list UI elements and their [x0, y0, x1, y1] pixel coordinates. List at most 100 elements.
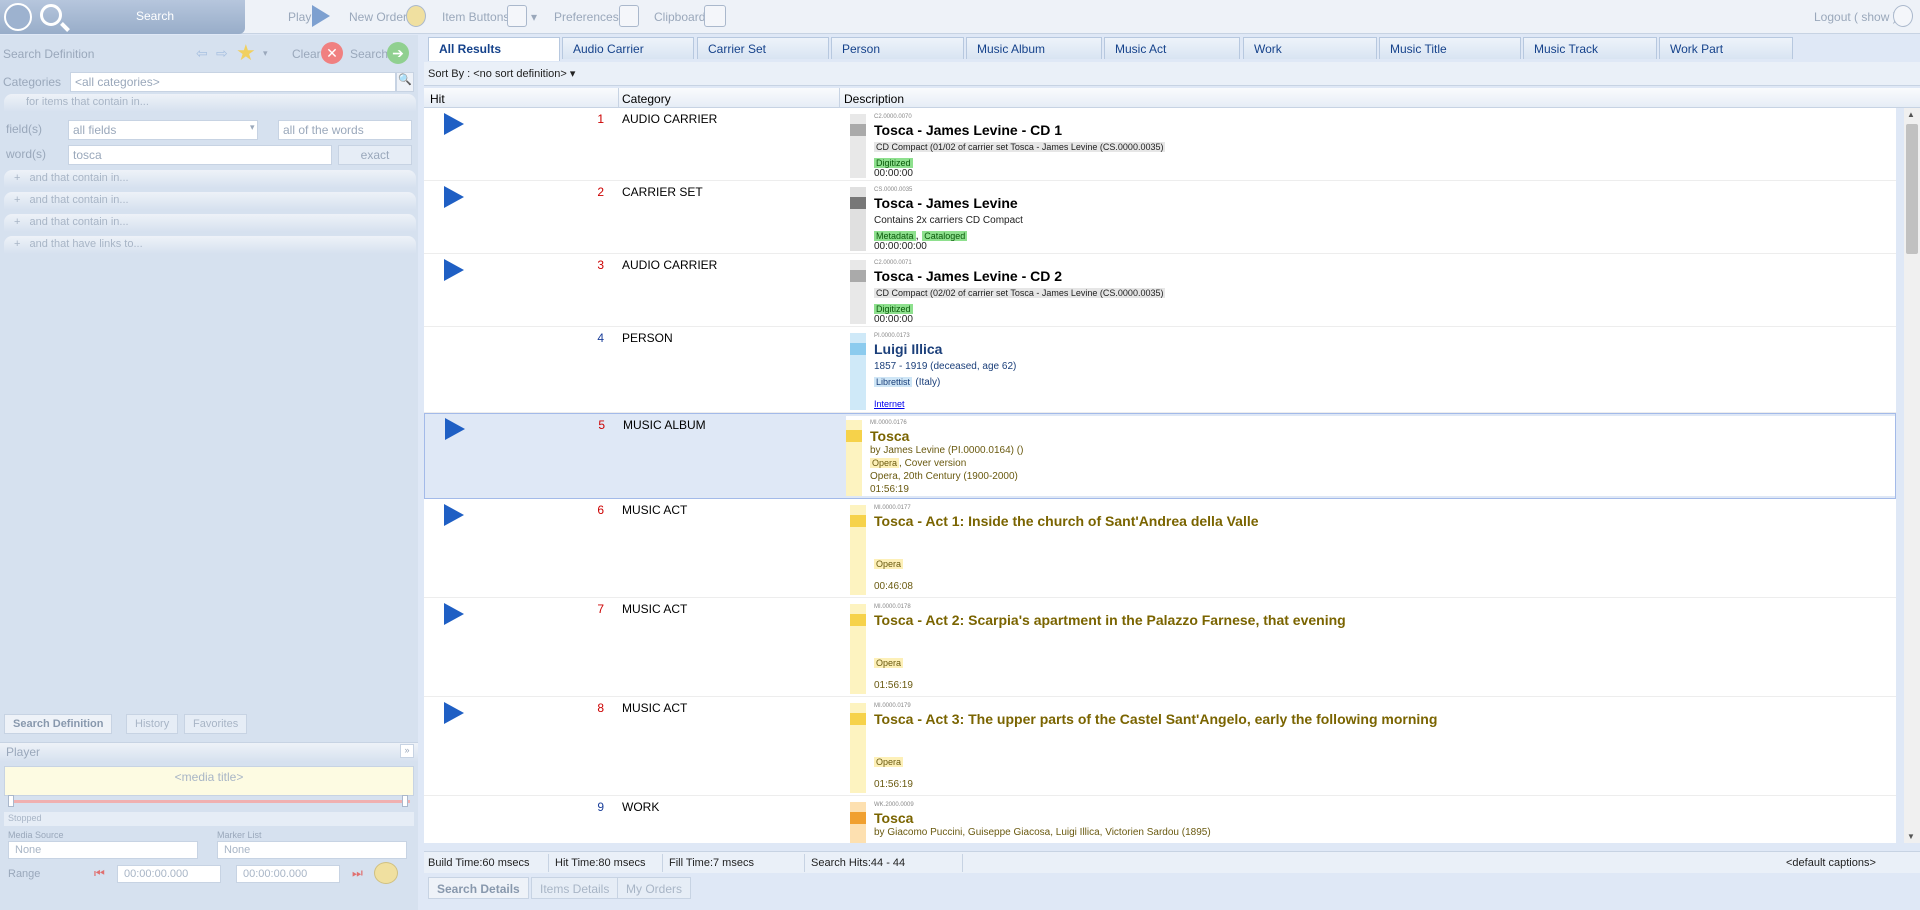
item-title[interactable]: Tosca - James Levine - CD 2 [874, 268, 1062, 284]
hit-number: 2 [597, 185, 604, 199]
table-row[interactable]: 9 WORK WK.2000.0009 Tosca by Giacomo Puc… [424, 796, 1896, 843]
range-end-input[interactable]: 00:00:00.000 [236, 865, 340, 883]
range-start-marker-icon[interactable]: ⏮ [94, 866, 105, 881]
scroll-down-icon[interactable]: ▼ [1907, 832, 1915, 841]
marker-list-select[interactable]: None [217, 841, 407, 859]
item-title[interactable]: Tosca - James Levine [874, 195, 1018, 211]
table-row[interactable]: 2 CARRIER SET CS.0000.0035 Tosca - James… [424, 181, 1896, 254]
table-row[interactable]: 6 MUSIC ACT MI.0000.0177 Tosca - Act 1: … [424, 499, 1896, 598]
play-icon[interactable] [443, 258, 465, 282]
table-row[interactable]: 8 MUSIC ACT MI.0000.0179 Tosca - Act 3: … [424, 697, 1896, 796]
forward-arrow-icon[interactable]: ⇨ [216, 45, 228, 62]
categories-search-icon[interactable]: 🔍 [396, 72, 414, 92]
tab-music-album[interactable]: Music Album [966, 37, 1102, 59]
clear-button[interactable]: Clear [292, 47, 321, 61]
table-row[interactable]: 5 MUSIC ALBUM MI.0000.0176 Tosca by Jame… [424, 413, 1896, 499]
play-icon[interactable] [443, 701, 465, 725]
player-timeline[interactable] [10, 800, 410, 803]
row-description: MI.0000.0177 Tosca - Act 1: Inside the c… [850, 501, 1896, 595]
condition-row[interactable]: + and that have links to... [4, 236, 416, 254]
table-row[interactable]: 4 PERSON PI.0000.0173 Luigi Illica 1857 … [424, 327, 1896, 413]
category-color-bar [850, 703, 866, 793]
media-source-select[interactable]: None [8, 841, 198, 859]
play-icon[interactable] [443, 112, 465, 136]
tab-audio-carrier[interactable]: Audio Carrier [562, 37, 694, 59]
play-icon[interactable] [444, 417, 466, 441]
tab-work[interactable]: Work [1243, 37, 1377, 59]
condition-row[interactable]: + and that contain in... [4, 192, 416, 210]
tab-items-details[interactable]: Items Details [531, 877, 619, 899]
condition-row[interactable]: + and that contain in... [4, 214, 416, 232]
item-title[interactable]: Tosca - James Levine - CD 1 [874, 122, 1062, 138]
timeline-start-handle[interactable] [8, 795, 14, 807]
clipboard-icon [704, 5, 726, 27]
internet-link[interactable]: Internet [874, 399, 905, 409]
sort-select[interactable]: <no sort definition> [473, 68, 567, 80]
range-end-marker-icon[interactable]: ⏭ [352, 866, 363, 881]
new-order-button[interactable]: New Order [349, 10, 407, 24]
tab-music-act[interactable]: Music Act [1104, 37, 1240, 59]
tab-search-definition[interactable]: Search Definition [4, 714, 113, 734]
item-title[interactable]: Tosca [874, 810, 913, 826]
item-title[interactable]: Tosca - Act 2: Scarpia's apartment in th… [874, 612, 1346, 628]
favorites-star-icon[interactable]: ★ [236, 40, 256, 66]
column-hit[interactable]: Hit [430, 92, 445, 106]
tab-work-part[interactable]: Work Part [1659, 37, 1793, 59]
scrollbar-thumb[interactable] [1906, 124, 1918, 254]
search-go-icon[interactable]: ➔ [387, 42, 409, 64]
table-row[interactable]: 3 AUDIO CARRIER C2.0000.0071 Tosca - Jam… [424, 254, 1896, 327]
clipboard-button[interactable]: Clipboard [654, 10, 705, 24]
tab-carrier-set[interactable]: Carrier Set [697, 37, 829, 59]
fields-select[interactable]: all fields [68, 120, 258, 140]
condition-row[interactable]: + and that contain in... [4, 170, 416, 188]
table-row[interactable]: 1 AUDIO CARRIER C2.0000.0070 Tosca - Jam… [424, 108, 1896, 181]
tab-favorites[interactable]: Favorites [184, 714, 248, 734]
item-buttons-button[interactable]: Item Buttons [442, 10, 509, 24]
chevron-down-icon[interactable]: ▾ [570, 68, 576, 80]
item-buttons-icon [507, 5, 527, 27]
tab-history[interactable]: History [126, 714, 179, 734]
range-action-icon[interactable] [374, 862, 398, 884]
range-start-input[interactable]: 00:00:00.000 [117, 865, 221, 883]
captions-select[interactable]: <default captions> [1786, 857, 1876, 869]
tab-music-title[interactable]: Music Title [1379, 37, 1521, 59]
play-icon[interactable] [443, 602, 465, 626]
chevron-down-icon[interactable]: ▾ [531, 10, 537, 24]
tab-all-results[interactable]: All Results [428, 37, 560, 61]
collapse-icon[interactable]: » [400, 744, 414, 758]
timeline-end-handle[interactable] [402, 795, 408, 807]
play-icon[interactable] [443, 185, 465, 209]
media-title-display: <media title> [4, 766, 414, 796]
item-detail: by Giacomo Puccini, Guiseppe Giacosa, Lu… [874, 827, 1211, 838]
clear-icon[interactable]: ✕ [321, 42, 343, 64]
back-arrow-icon[interactable]: ⇦ [196, 45, 208, 62]
tab-music-track[interactable]: Music Track [1523, 37, 1657, 59]
item-title[interactable]: Tosca [870, 428, 909, 444]
sort-bar: Sort By : <no sort definition> ▾ [424, 62, 1920, 86]
marker-list-label: Marker List [217, 830, 262, 840]
search-tab-button[interactable]: Search [0, 0, 245, 34]
tab-person[interactable]: Person [831, 37, 964, 59]
genre-extra: , Cover version [899, 458, 967, 469]
country: (Italy) [915, 377, 941, 388]
tab-search-details[interactable]: Search Details [428, 877, 529, 899]
scroll-up-icon[interactable]: ▲ [1907, 110, 1915, 119]
search-button[interactable]: Search [350, 47, 388, 61]
words-mode-select[interactable]: all of the words [278, 120, 412, 140]
tab-my-orders[interactable]: My Orders [617, 877, 692, 899]
column-category[interactable]: Category [622, 92, 671, 106]
match-mode-select[interactable]: exact [338, 145, 412, 165]
categories-input[interactable]: <all categories> [70, 72, 396, 92]
item-title[interactable]: Tosca - Act 1: Inside the church of Sant… [874, 513, 1259, 529]
category-color-bar [850, 333, 866, 410]
play-button[interactable]: Play [288, 10, 311, 24]
table-row[interactable]: 7 MUSIC ACT MI.0000.0178 Tosca - Act 2: … [424, 598, 1896, 697]
chevron-down-icon[interactable]: ▾ [263, 48, 268, 59]
item-title[interactable]: Tosca - Act 3: The upper parts of the Ca… [874, 711, 1437, 727]
column-description[interactable]: Description [844, 92, 904, 106]
play-icon[interactable] [443, 503, 465, 527]
item-title[interactable]: Luigi Illica [874, 341, 942, 357]
logout-button[interactable]: Logout ( show ) [1814, 10, 1897, 24]
words-input[interactable]: tosca [68, 145, 332, 165]
preferences-button[interactable]: Preferences [554, 10, 619, 24]
